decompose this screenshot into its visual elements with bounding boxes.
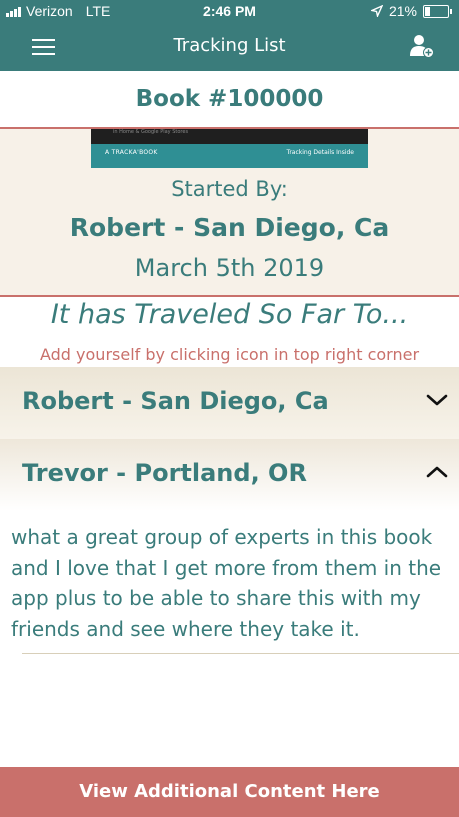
started-by-section: in Home & Google Play Stores A TRACKA'BO… <box>0 129 459 297</box>
book-header: Book #100000 <box>0 71 459 129</box>
chevron-down-icon[interactable] <box>426 393 448 407</box>
book-title: Book #100000 <box>135 86 324 112</box>
location-comment: what a great group of experts in this bo… <box>11 525 442 641</box>
started-by-name: Robert - San Diego, Ca <box>69 213 390 242</box>
view-additional-content-button[interactable]: View Additional Content Here <box>0 767 459 817</box>
started-by-label: Started By: <box>171 177 288 201</box>
battery-percent: 21% <box>388 3 417 19</box>
status-bar: Verizon LTE 2:46 PM 21% <box>0 0 459 23</box>
cover-top-strip: in Home & Google Play Stores <box>91 129 368 144</box>
cover-brand: A TRACKA'BOOK <box>105 149 158 156</box>
divider <box>22 653 459 654</box>
nav-title: Tracking List <box>173 35 286 56</box>
started-date: March 5th 2019 <box>134 254 325 282</box>
add-user-icon[interactable] <box>409 33 435 59</box>
chevron-up-icon[interactable] <box>426 465 448 479</box>
traveled-heading: It has Traveled So Far To... <box>50 299 409 330</box>
location-item-robert[interactable]: Robert - San Diego, Ca <box>0 367 459 439</box>
cover-top-text: in Home & Google Play Stores <box>113 129 189 135</box>
add-yourself-hint: Add yourself by clicking icon in top rig… <box>39 345 420 364</box>
cover-tagline: Tracking Details Inside <box>286 149 354 156</box>
navigation-bar: Tracking List <box>0 23 459 71</box>
location-item-trevor[interactable]: Trevor - Portland, OR <box>0 439 459 511</box>
location-name: Robert - San Diego, Ca <box>22 387 329 415</box>
status-right: 21% <box>370 3 452 19</box>
location-name: Trevor - Portland, OR <box>22 459 307 487</box>
location-arrow-icon <box>370 5 383 17</box>
battery-icon <box>423 4 452 18</box>
book-cover-image: in Home & Google Play Stores A TRACKA'BO… <box>91 129 368 168</box>
